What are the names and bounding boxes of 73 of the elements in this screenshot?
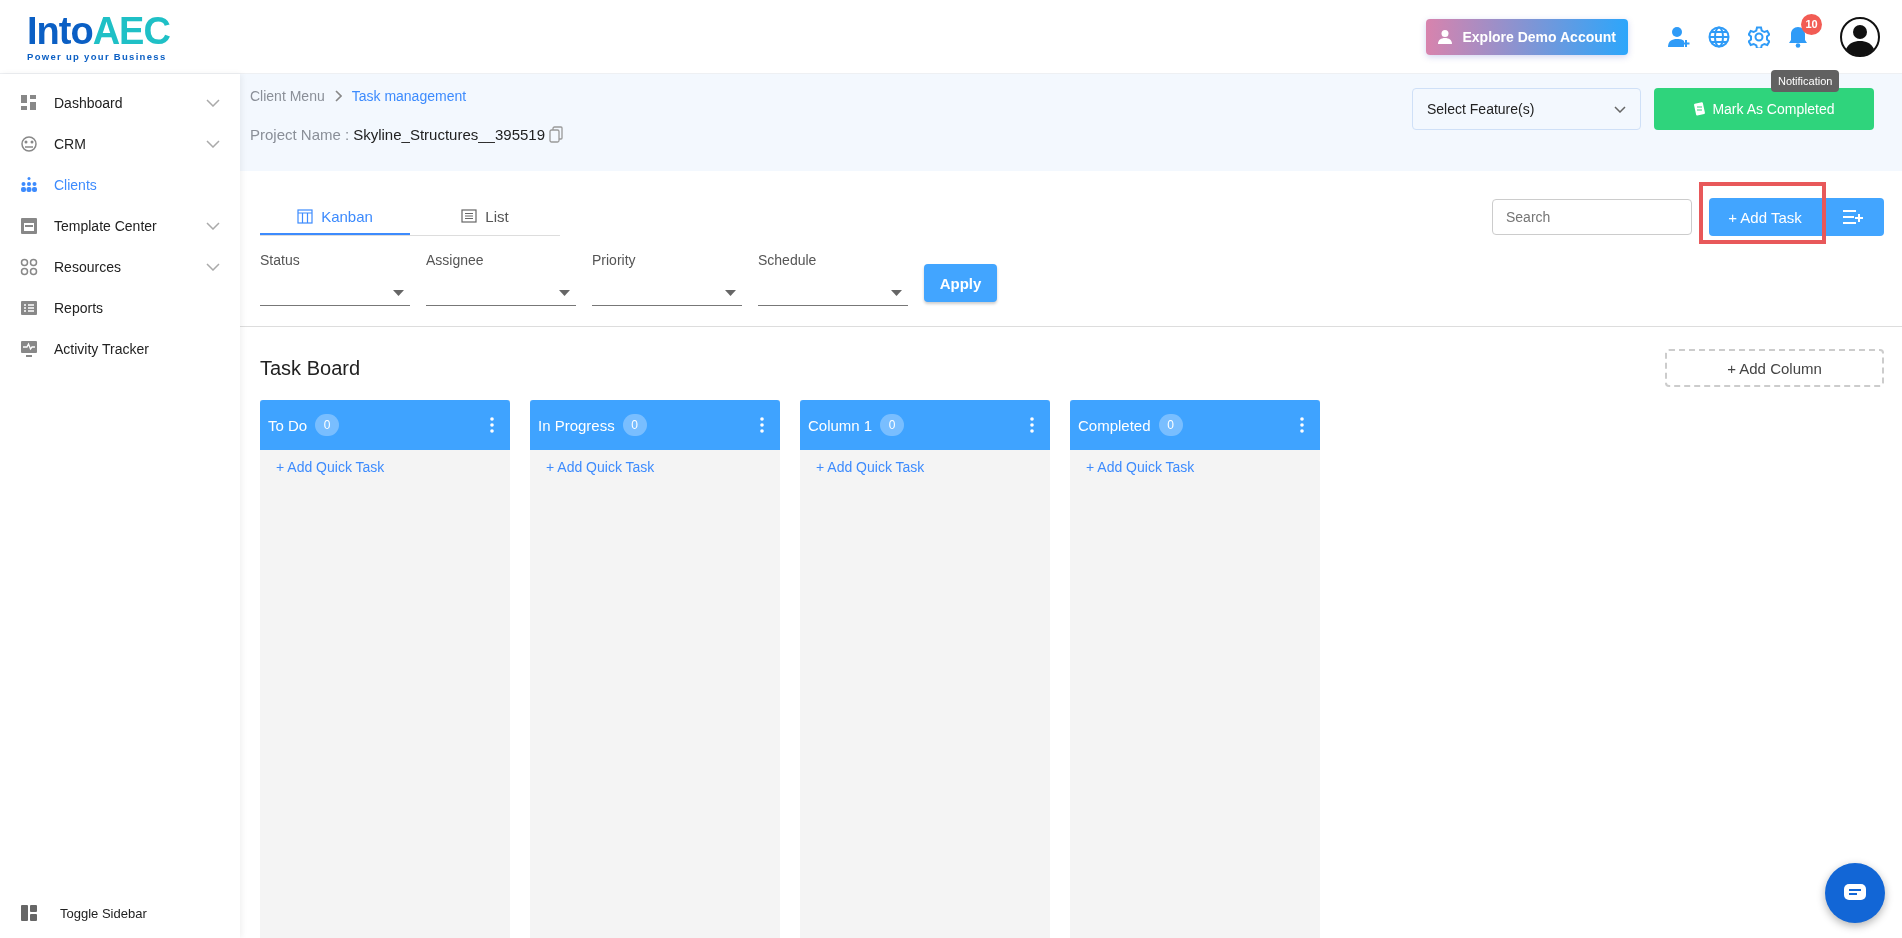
sidebar-item[interactable]: CRM	[0, 123, 240, 164]
notification-tooltip: Notification	[1771, 70, 1840, 92]
face-icon	[20, 134, 38, 153]
chat-button[interactable]	[1825, 863, 1885, 923]
filter-label: Status	[260, 252, 301, 268]
sidebar-item[interactable]: Template Center	[0, 205, 240, 246]
board-icon	[297, 208, 314, 224]
globe-icon[interactable]	[1708, 25, 1730, 48]
project-label: Project Name :	[250, 126, 350, 143]
view-tab[interactable]: List	[410, 199, 560, 235]
sidebar-item[interactable]: Clients	[0, 164, 240, 205]
filter-label: Priority	[592, 252, 637, 268]
notification-bell-icon[interactable]	[1788, 25, 1808, 48]
explore-demo-button[interactable]: Explore Demo Account	[1426, 18, 1628, 55]
monitor-icon	[20, 339, 38, 358]
column-title: Column 1	[808, 416, 873, 434]
more-icon[interactable]	[490, 417, 494, 433]
sidebar-item[interactable]: Resources	[0, 246, 240, 287]
grid-icon	[20, 257, 38, 276]
settings-icon[interactable]	[1748, 25, 1770, 48]
filter-label: Assignee	[426, 252, 485, 268]
list-icon	[20, 298, 38, 317]
list-icon	[461, 208, 478, 224]
chevron-right-icon	[334, 90, 342, 102]
task-count: 0	[880, 414, 905, 436]
more-icon[interactable]	[1300, 417, 1304, 433]
add-quick-task-link[interactable]: + Add Quick Task	[260, 450, 401, 484]
sidebar-item[interactable]: Dashboard	[0, 82, 240, 123]
column-title: Completed	[1078, 416, 1151, 434]
avatar[interactable]	[1840, 16, 1880, 57]
user-icon	[1438, 28, 1455, 45]
template-icon	[20, 216, 38, 235]
view-tab[interactable]: Kanban	[260, 199, 410, 235]
chevron-down-icon	[1614, 105, 1626, 113]
toggle-sidebar-label[interactable]: Toggle Sidebar	[60, 905, 147, 921]
more-icon[interactable]	[1030, 417, 1034, 433]
breadcrumb-link[interactable]: Task management	[351, 88, 467, 104]
column-title: To Do	[268, 416, 308, 434]
notification-count: 10	[1801, 13, 1822, 35]
document-icon	[1693, 102, 1707, 116]
add-quick-task-link[interactable]: + Add Quick Task	[530, 450, 671, 484]
dropdown-arrow-icon	[559, 289, 570, 296]
project-name: Skyline_Structures__395519	[353, 126, 545, 143]
feature-select[interactable]: Select Feature(s)	[1412, 88, 1641, 130]
mark-completed-button[interactable]: Mark As Completed	[1654, 88, 1874, 130]
copy-icon[interactable]	[549, 126, 563, 143]
breadcrumb-link[interactable]: Client Menu	[250, 88, 325, 104]
chat-icon	[1843, 883, 1867, 903]
add-user-icon[interactable]	[1668, 25, 1690, 48]
task-count: 0	[1158, 414, 1183, 436]
people-icon	[20, 175, 38, 194]
add-column-button[interactable]: + Add Column	[1665, 349, 1884, 387]
dropdown-arrow-icon	[725, 289, 736, 296]
add-list-icon	[1841, 209, 1864, 225]
add-quick-task-link[interactable]: + Add Quick Task	[800, 450, 941, 484]
add-quick-task-link[interactable]: + Add Quick Task	[1070, 450, 1211, 484]
column-title: In Progress	[538, 416, 615, 434]
dropdown-arrow-icon	[891, 289, 902, 296]
logo: IntoAEC Power up your Business	[27, 11, 171, 62]
more-icon[interactable]	[760, 417, 764, 433]
layout-icon[interactable]	[20, 904, 38, 922]
search-field[interactable]: Search	[1492, 199, 1692, 235]
dropdown-arrow-icon	[393, 289, 404, 296]
board-title: Task Board	[260, 356, 361, 380]
add-task-button[interactable]: + Add Task	[1709, 198, 1821, 236]
task-count: 0	[315, 414, 340, 436]
apply-button[interactable]: Apply	[924, 264, 997, 302]
sidebar-item[interactable]: Activity Tracker	[0, 328, 240, 369]
dashboard-icon	[20, 93, 38, 112]
add-list-button[interactable]	[1821, 198, 1884, 236]
task-count: 0	[622, 414, 647, 436]
filter-label: Schedule	[758, 252, 818, 268]
sidebar-item[interactable]: Reports	[0, 287, 240, 328]
